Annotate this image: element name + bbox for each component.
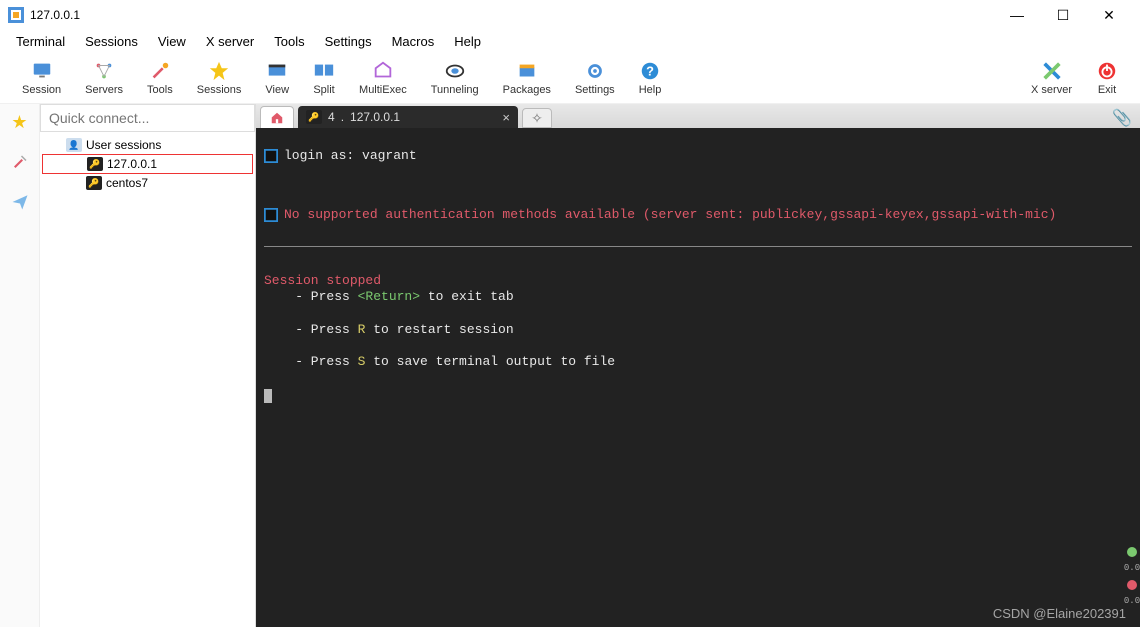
- multiexec-icon: [372, 60, 394, 82]
- indicator-dot-green: [1127, 547, 1137, 557]
- window-title: 127.0.0.1: [30, 8, 80, 22]
- session-label: centos7: [106, 176, 148, 190]
- tool-tools[interactable]: Tools: [135, 60, 185, 96]
- gear-icon: [584, 60, 606, 82]
- tree-root[interactable]: 👤 User sessions: [42, 136, 253, 154]
- terminal-icon: [264, 208, 278, 222]
- menu-help[interactable]: Help: [444, 34, 491, 49]
- login-user: vagrant: [362, 148, 417, 163]
- quick-connect-input[interactable]: [40, 104, 255, 132]
- close-button[interactable]: ✕: [1086, 0, 1132, 30]
- sidebar: ★ 👤 User sessions 🔑 127.0.0.1 🔑 centos7: [0, 104, 256, 627]
- maximize-button[interactable]: ☐: [1040, 0, 1086, 30]
- terminal-output[interactable]: login as: vagrant No supported authentic…: [256, 128, 1140, 627]
- tool-exit[interactable]: Exit: [1084, 60, 1130, 96]
- user-sessions-icon: 👤: [66, 138, 82, 152]
- auth-error: No supported authentication methods avai…: [284, 207, 1056, 223]
- terminal-panel: 🔑 4. 127.0.0.1 × ✧ 📎 login as: vagrant N…: [256, 104, 1140, 627]
- key-icon: 🔑: [86, 176, 102, 190]
- tools-icon: [149, 60, 171, 82]
- menubar: Terminal Sessions View X server Tools Se…: [0, 30, 1140, 52]
- tab-active[interactable]: 🔑 4. 127.0.0.1 ×: [298, 106, 518, 128]
- session-label: 127.0.0.1: [107, 157, 157, 171]
- indicator-value-1: 0.0: [1124, 563, 1140, 574]
- tab-new[interactable]: ✧: [522, 108, 552, 128]
- menu-settings[interactable]: Settings: [315, 34, 382, 49]
- session-item-127001[interactable]: 🔑 127.0.0.1: [42, 154, 253, 174]
- session-tree: 👤 User sessions 🔑 127.0.0.1 🔑 centos7: [40, 132, 255, 196]
- tool-sessions[interactable]: Sessions: [185, 60, 254, 96]
- help-icon: ?: [639, 60, 661, 82]
- tree-root-label: User sessions: [86, 138, 161, 152]
- menu-tools[interactable]: Tools: [264, 34, 314, 49]
- indicator-dot-red: [1127, 580, 1137, 590]
- tabbar: 🔑 4. 127.0.0.1 × ✧ 📎: [256, 104, 1140, 128]
- tab-index: 4: [328, 110, 335, 124]
- tool-view[interactable]: View: [253, 60, 301, 96]
- star-icon: [208, 60, 230, 82]
- main-area: ★ 👤 User sessions 🔑 127.0.0.1 🔑 centos7: [0, 104, 1140, 627]
- sidebar-strip: ★: [0, 104, 40, 627]
- split-icon: [313, 60, 335, 82]
- tool-settings[interactable]: Settings: [563, 60, 627, 96]
- key-icon: 🔑: [87, 157, 103, 171]
- session-item-centos7[interactable]: 🔑 centos7: [42, 174, 253, 192]
- tool-session[interactable]: Session: [10, 60, 73, 96]
- monitor-icon: [31, 60, 53, 82]
- tool-multiexec[interactable]: MultiExec: [347, 60, 419, 96]
- menu-view[interactable]: View: [148, 34, 196, 49]
- terminal-divider: [264, 246, 1132, 247]
- strip-send-icon[interactable]: [8, 190, 32, 214]
- tool-split[interactable]: Split: [301, 60, 347, 96]
- sidebar-body: 👤 User sessions 🔑 127.0.0.1 🔑 centos7: [40, 104, 255, 627]
- minimize-button[interactable]: —: [994, 0, 1040, 30]
- packages-icon: [516, 60, 538, 82]
- indicator-value-2: 0.0: [1124, 596, 1140, 607]
- paperclip-icon[interactable]: 📎: [1112, 108, 1132, 128]
- menu-xserver[interactable]: X server: [196, 34, 264, 49]
- view-icon: [266, 60, 288, 82]
- menu-macros[interactable]: Macros: [382, 34, 445, 49]
- key-icon: 🔑: [306, 110, 322, 124]
- terminal-icon: [264, 149, 278, 163]
- strip-star-icon[interactable]: ★: [8, 110, 32, 134]
- tool-help[interactable]: ?Help: [627, 60, 674, 96]
- menu-sessions[interactable]: Sessions: [75, 34, 148, 49]
- tool-tunneling[interactable]: Tunneling: [419, 60, 491, 96]
- watermark: CSDN @Elaine202391: [993, 606, 1126, 621]
- right-indicator-strip: 0.0 0.0: [1124, 128, 1140, 627]
- home-icon: [270, 111, 284, 125]
- app-icon: [8, 7, 24, 23]
- strip-tools-icon[interactable]: [8, 150, 32, 174]
- network-icon: [93, 60, 115, 82]
- tool-servers[interactable]: Servers: [73, 60, 135, 96]
- menu-terminal[interactable]: Terminal: [6, 34, 75, 49]
- cursor: [264, 389, 272, 403]
- tool-xserver[interactable]: X server: [1019, 60, 1084, 96]
- toolbar: Session Servers Tools Sessions View Spli…: [0, 52, 1140, 104]
- tool-packages[interactable]: Packages: [491, 60, 563, 96]
- xserver-icon: [1041, 60, 1063, 82]
- tab-home[interactable]: [260, 106, 294, 128]
- titlebar: 127.0.0.1 — ☐ ✕: [0, 0, 1140, 30]
- login-prompt: login as:: [284, 148, 362, 163]
- session-stopped: Session stopped: [264, 273, 381, 288]
- tab-close-icon[interactable]: ×: [502, 110, 510, 125]
- tab-label: 127.0.0.1: [350, 110, 400, 124]
- power-icon: [1096, 60, 1118, 82]
- window-controls: — ☐ ✕: [994, 0, 1132, 30]
- tunnel-icon: [444, 60, 466, 82]
- svg-text:?: ?: [646, 63, 654, 78]
